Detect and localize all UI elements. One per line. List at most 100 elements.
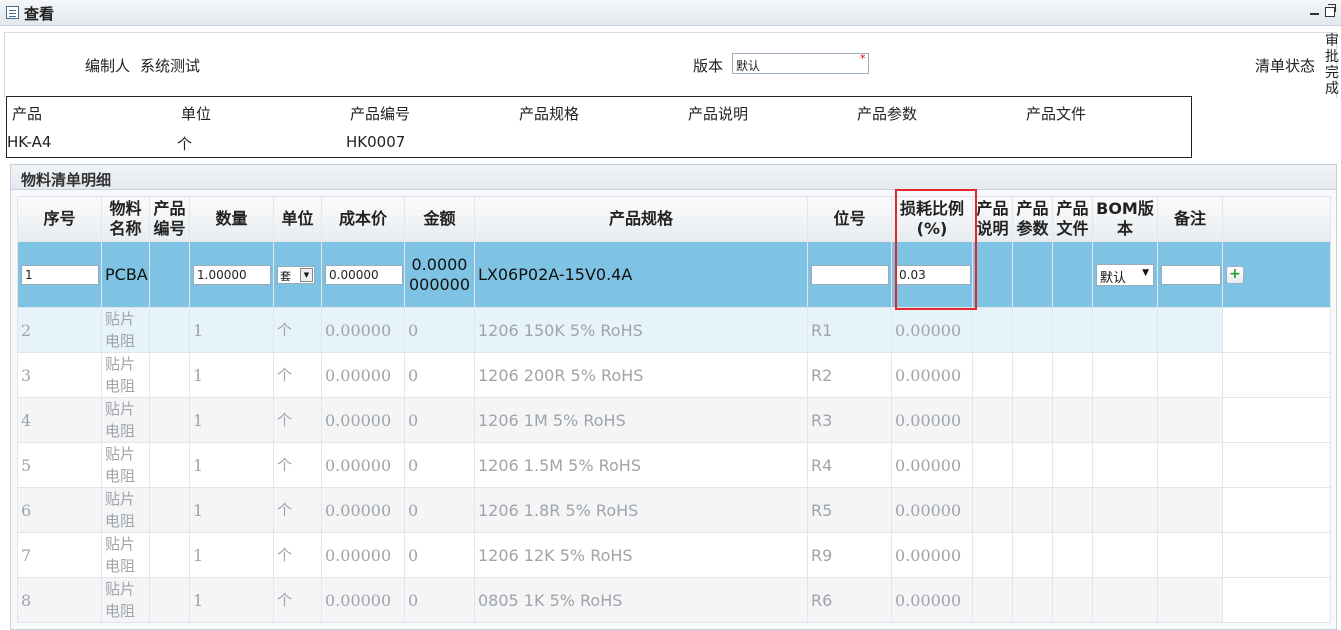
product-info-box: 产品 单位 产品编号 产品规格 产品说明 产品参数 产品文件 HK-A4 个 H… xyxy=(6,96,1192,158)
col-qty[interactable]: 数量 xyxy=(189,196,274,242)
row-seq: 5 xyxy=(17,442,102,488)
restore-icon[interactable] xyxy=(1325,4,1336,17)
row-amount: 0 xyxy=(404,307,475,353)
row-cost: 0.00000 xyxy=(321,532,405,578)
col-seq[interactable]: 序号 xyxy=(17,196,102,242)
col-material-name[interactable]: 物料名称 xyxy=(101,196,150,242)
grid-header-row: 序号 物料名称 产品编号 数量 单位 成本价 金额 产品规格 位号 损耗比例(%… xyxy=(17,196,1331,242)
row-seq: 7 xyxy=(17,532,102,578)
row-remark xyxy=(1157,397,1223,443)
row-bom-version xyxy=(1092,397,1158,443)
product-header-spec: 产品规格 xyxy=(519,105,580,123)
window-title: 查看 xyxy=(24,5,55,23)
row-position: R4 xyxy=(807,442,892,488)
col-unit[interactable]: 单位 xyxy=(273,196,322,242)
row-amount: 0 xyxy=(404,577,475,623)
row-spec: 1206 1.8R 5% RoHS xyxy=(474,487,808,533)
unit-select[interactable]: 套 ▼ xyxy=(277,266,315,285)
table-row[interactable]: 6 贴片电阻 1 个 0.00000 0 1206 1.8R 5% RoHS R5 0.0000… xyxy=(17,487,1331,533)
version-label: 版本 xyxy=(693,57,724,75)
row-loss-ratio: 0.00000 xyxy=(891,532,973,578)
row-actions xyxy=(1222,442,1331,488)
col-spec[interactable]: 产品规格 xyxy=(474,196,808,242)
row-product-desc xyxy=(972,577,1013,623)
row-product-desc xyxy=(972,352,1013,398)
row-seq: 2 xyxy=(17,307,102,353)
row-amount: 0 xyxy=(404,397,475,443)
remark-input[interactable] xyxy=(1161,264,1221,285)
row-product-file xyxy=(1052,307,1093,353)
col-amount[interactable]: 金额 xyxy=(404,196,475,242)
row-spec: 1206 1.5M 5% RoHS xyxy=(474,442,808,488)
row-product-code xyxy=(149,442,190,488)
add-row-button[interactable]: + xyxy=(1226,266,1244,285)
product-name-value: HK-A4 xyxy=(7,133,52,151)
row-loss-ratio: 0.00000 xyxy=(891,307,973,353)
row-product-file xyxy=(1052,532,1093,578)
row-bom-version xyxy=(1092,577,1158,623)
cost-input[interactable]: 0.00000 xyxy=(325,264,403,285)
dropdown-arrow-icon[interactable]: ▼ xyxy=(300,268,313,283)
col-position[interactable]: 位号 xyxy=(807,196,892,242)
row-unit: 个 xyxy=(273,307,322,353)
row-spec: 1206 12K 5% RoHS xyxy=(474,532,808,578)
product-header-file: 产品文件 xyxy=(1026,105,1087,123)
position-input[interactable] xyxy=(811,264,889,285)
row-spec: 1206 1M 5% RoHS xyxy=(474,397,808,443)
col-actions xyxy=(1222,196,1331,242)
row-unit: 个 xyxy=(273,487,322,533)
product-unit-value: 个 xyxy=(177,135,193,153)
minimize-icon[interactable] xyxy=(1310,13,1319,15)
table-row-selected[interactable]: 1 PCBA 1.00000 套 ▼ 0.00000 0.0000000000 L… xyxy=(17,241,1331,308)
row-seq: 6 xyxy=(17,487,102,533)
window-titlebar: 查看 xyxy=(0,0,1341,26)
row-amount: 0 xyxy=(404,442,475,488)
row-unit: 个 xyxy=(273,577,322,623)
row-product-file xyxy=(1052,352,1093,398)
status-label: 清单状态 xyxy=(1255,57,1316,75)
col-remark[interactable]: 备注 xyxy=(1157,196,1223,242)
material-name: PCBA xyxy=(101,241,150,308)
version-input[interactable]: 默认 xyxy=(732,53,869,74)
row-spec: 0805 1K 5% RoHS xyxy=(474,577,808,623)
table-row[interactable]: 7 贴片电阻 1 个 0.00000 0 1206 12K 5% RoHS R9 0.00000 xyxy=(17,532,1331,578)
row-material-name: 贴片电阻 xyxy=(101,487,150,533)
panel-titlebar: 物料清单明细 xyxy=(10,164,1337,190)
row-amount: 0 xyxy=(404,532,475,578)
unit-select-value: 套 xyxy=(280,270,291,284)
row-qty: 1 xyxy=(189,442,274,488)
table-row[interactable]: 8 贴片电阻 1 个 0.00000 0 0805 1K 5% RoHS R6 0.00000 xyxy=(17,577,1331,623)
row-bom-version xyxy=(1092,442,1158,488)
row-actions xyxy=(1222,352,1331,398)
bom-version-select[interactable]: 默认 xyxy=(1096,263,1154,286)
row-product-code xyxy=(149,532,190,578)
bom-grid: 序号 物料名称 产品编号 数量 单位 成本价 金额 产品规格 位号 损耗比例(%… xyxy=(17,196,1331,623)
product-header-name: 产品 xyxy=(12,105,43,123)
row-qty: 1 xyxy=(189,307,274,353)
table-row[interactable]: 5 贴片电阻 1 个 0.00000 0 1206 1.5M 5% RoHS R4 0.0000… xyxy=(17,442,1331,488)
product-file-cell xyxy=(1052,241,1093,308)
col-product-code[interactable]: 产品编号 xyxy=(149,196,190,242)
product-header-params: 产品参数 xyxy=(857,105,918,123)
col-cost[interactable]: 成本价 xyxy=(321,196,405,242)
col-product-desc[interactable]: 产品说明 xyxy=(972,196,1013,242)
row-unit: 个 xyxy=(273,352,322,398)
row-product-desc xyxy=(972,532,1013,578)
table-row[interactable]: 4 贴片电阻 1 个 0.00000 0 1206 1M 5% RoHS R3 0.00000 xyxy=(17,397,1331,443)
col-loss-ratio[interactable]: 损耗比例(%) xyxy=(891,196,973,242)
seq-input[interactable]: 1 xyxy=(21,264,99,285)
col-bom-version[interactable]: BOM版本 xyxy=(1092,196,1158,242)
col-product-file[interactable]: 产品文件 xyxy=(1052,196,1093,242)
qty-input[interactable]: 1.00000 xyxy=(193,264,271,285)
row-product-params xyxy=(1012,532,1053,578)
row-actions xyxy=(1222,532,1331,578)
loss-ratio-input[interactable]: 0.03 xyxy=(895,264,971,285)
row-product-desc xyxy=(972,442,1013,488)
col-product-params[interactable]: 产品参数 xyxy=(1012,196,1053,242)
product-code-value: HK0007 xyxy=(346,133,406,151)
table-row[interactable]: 3 贴片电阻 1 个 0.00000 0 1206 200R 5% RoHS R2 0.0000… xyxy=(17,352,1331,398)
table-row[interactable]: 2 贴片电阻 1 个 0.00000 0 1206 150K 5% RoHS R1 0.0000… xyxy=(17,307,1331,353)
row-product-params xyxy=(1012,352,1053,398)
row-bom-version xyxy=(1092,307,1158,353)
row-seq: 3 xyxy=(17,352,102,398)
